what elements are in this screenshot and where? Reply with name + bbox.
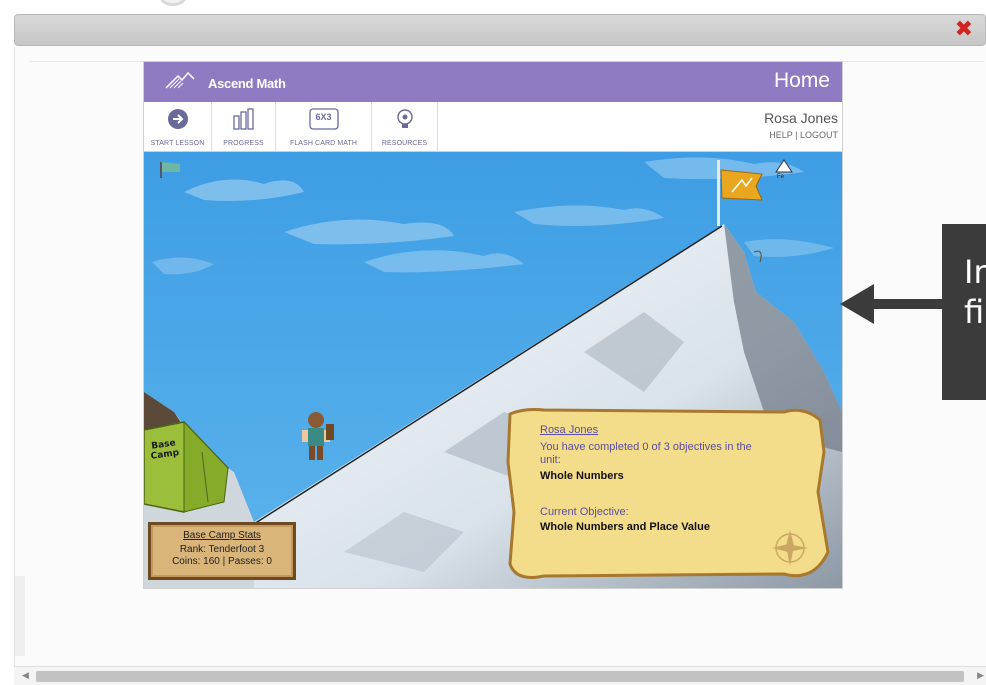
ascend-math-app: Ascend Math Home START LESSON PROGRESS 6… <box>143 61 843 589</box>
user-links: HELP | LOGOUT <box>764 130 838 140</box>
scroll-objective-label: Current Objective: <box>540 506 629 518</box>
side-edge <box>15 576 25 656</box>
progress-button[interactable]: PROGRESS <box>212 102 276 151</box>
resources-label: RESOURCES <box>381 140 428 147</box>
toolbar: START LESSON PROGRESS 6X3 FLASH CARD MAT… <box>144 102 842 152</box>
callout-box: In fi <box>942 224 986 400</box>
resources-button[interactable]: RESOURCES <box>372 102 438 151</box>
page-title: Home <box>773 69 830 92</box>
flash-card-math-label: FLASH CARD MATH <box>289 140 358 147</box>
user-name: Rosa Jones <box>764 110 838 126</box>
lightbulb-icon <box>396 109 413 128</box>
flag-small-label: Fe <box>777 174 785 180</box>
callout-text: In fi <box>964 252 986 332</box>
scroll-objective: Whole Numbers and Place Value <box>540 521 710 533</box>
flash-card-math-button[interactable]: 6X3 FLASH CARD MATH <box>276 102 372 151</box>
mountain-scene: Base Camp Fe Base Camp Stats Rank: Tende… <box>144 152 842 588</box>
flash-card-icon-text: 6X3 <box>315 112 332 122</box>
scroll-user-name[interactable]: Rosa Jones <box>540 424 770 436</box>
start-lesson-button[interactable]: START LESSON <box>144 102 212 151</box>
close-button[interactable]: ✖ <box>955 18 973 42</box>
left-arrow-icon <box>840 284 942 324</box>
callout-line1: In <box>964 253 986 291</box>
app-header: Ascend Math Home <box>144 62 842 102</box>
progress-label: PROGRESS <box>223 140 264 147</box>
bar-chart-icon <box>232 108 254 130</box>
start-lesson-label: START LESSON <box>150 140 205 147</box>
top-ring-decoration <box>160 0 186 6</box>
arrow-circle-icon <box>167 109 188 129</box>
scroll-left-icon[interactable]: ◀ <box>22 670 29 681</box>
stats-rank: Rank: Tenderfoot 3 <box>179 544 265 555</box>
mountain-logo-icon <box>165 71 195 89</box>
stats-panel: Base Camp Stats Rank: Tenderfoot 3 Coins… <box>153 527 291 575</box>
scrollbar-thumb[interactable] <box>36 671 964 682</box>
user-area: Rosa Jones HELP | LOGOUT <box>764 110 838 140</box>
link-separator: | <box>795 130 798 140</box>
base-camp-stats: Base Camp Stats Rank: Tenderfoot 3 Coins… <box>148 522 296 580</box>
stats-coins-passes: Coins: 160 | Passes: 0 <box>172 556 272 567</box>
logo-text: Ascend Math <box>208 76 286 91</box>
scroll-message: You have completed 0 of 3 objectives in … <box>540 441 752 466</box>
callout-line2: fi <box>964 293 985 331</box>
objective-scroll: Rosa Jones You have completed 0 of 3 obj… <box>540 424 770 533</box>
help-link[interactable]: HELP <box>769 130 792 140</box>
horizontal-scrollbar[interactable]: ◀ ▶ <box>14 666 986 685</box>
logout-link[interactable]: LOGOUT <box>800 130 838 140</box>
dialog-content: Ascend Math Home START LESSON PROGRESS 6… <box>14 46 986 666</box>
dialog-titlebar: ✖ <box>14 14 986 46</box>
base-camp-tent-label: Base Camp <box>149 438 180 461</box>
scroll-unit: Whole Numbers <box>540 470 624 482</box>
scroll-right-icon[interactable]: ▶ <box>977 670 984 681</box>
stats-title: Base Camp Stats <box>183 530 261 541</box>
